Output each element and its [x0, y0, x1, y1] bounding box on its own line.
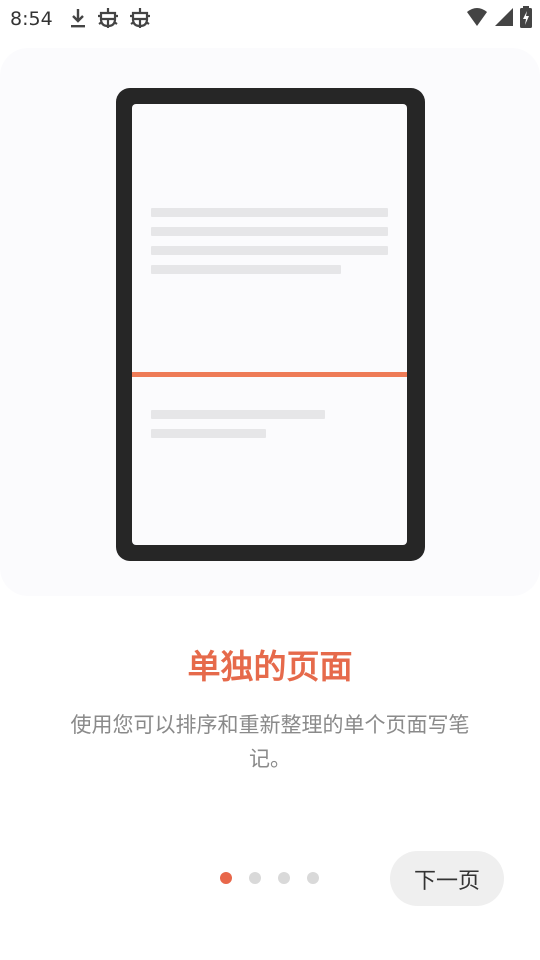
download-icon [68, 6, 88, 34]
bug-icon [96, 6, 120, 34]
battery-charging-icon [520, 6, 532, 32]
page-dot [278, 872, 290, 884]
status-time: 8:54 [10, 8, 53, 30]
tablet-screen [132, 104, 407, 545]
onboarding-description: 使用您可以排序和重新整理的单个页面写笔记。 [70, 713, 470, 771]
status-bar: 8:54 [0, 0, 540, 38]
tablet-illustration [116, 88, 425, 561]
text-line-placeholder [151, 208, 388, 217]
next-page-label: 下一页 [413, 868, 480, 894]
cellular-signal-icon [494, 7, 514, 31]
text-line-placeholder [151, 265, 341, 274]
text-line-placeholder [151, 429, 266, 438]
wifi-icon [466, 7, 488, 31]
notification-icons [68, 6, 152, 34]
onboarding-title: 单独的页面 [187, 647, 353, 686]
bug-icon [128, 6, 152, 34]
text-line-placeholder [151, 246, 388, 255]
page-divider-line [132, 372, 407, 377]
page-dot [249, 872, 261, 884]
page-indicator [220, 872, 319, 884]
next-page-button[interactable]: 下一页 [390, 851, 504, 906]
text-line-placeholder [151, 227, 388, 236]
page-dot-active [220, 872, 232, 884]
system-icons [466, 6, 532, 32]
page-dot [307, 872, 319, 884]
text-line-placeholder [151, 410, 325, 419]
